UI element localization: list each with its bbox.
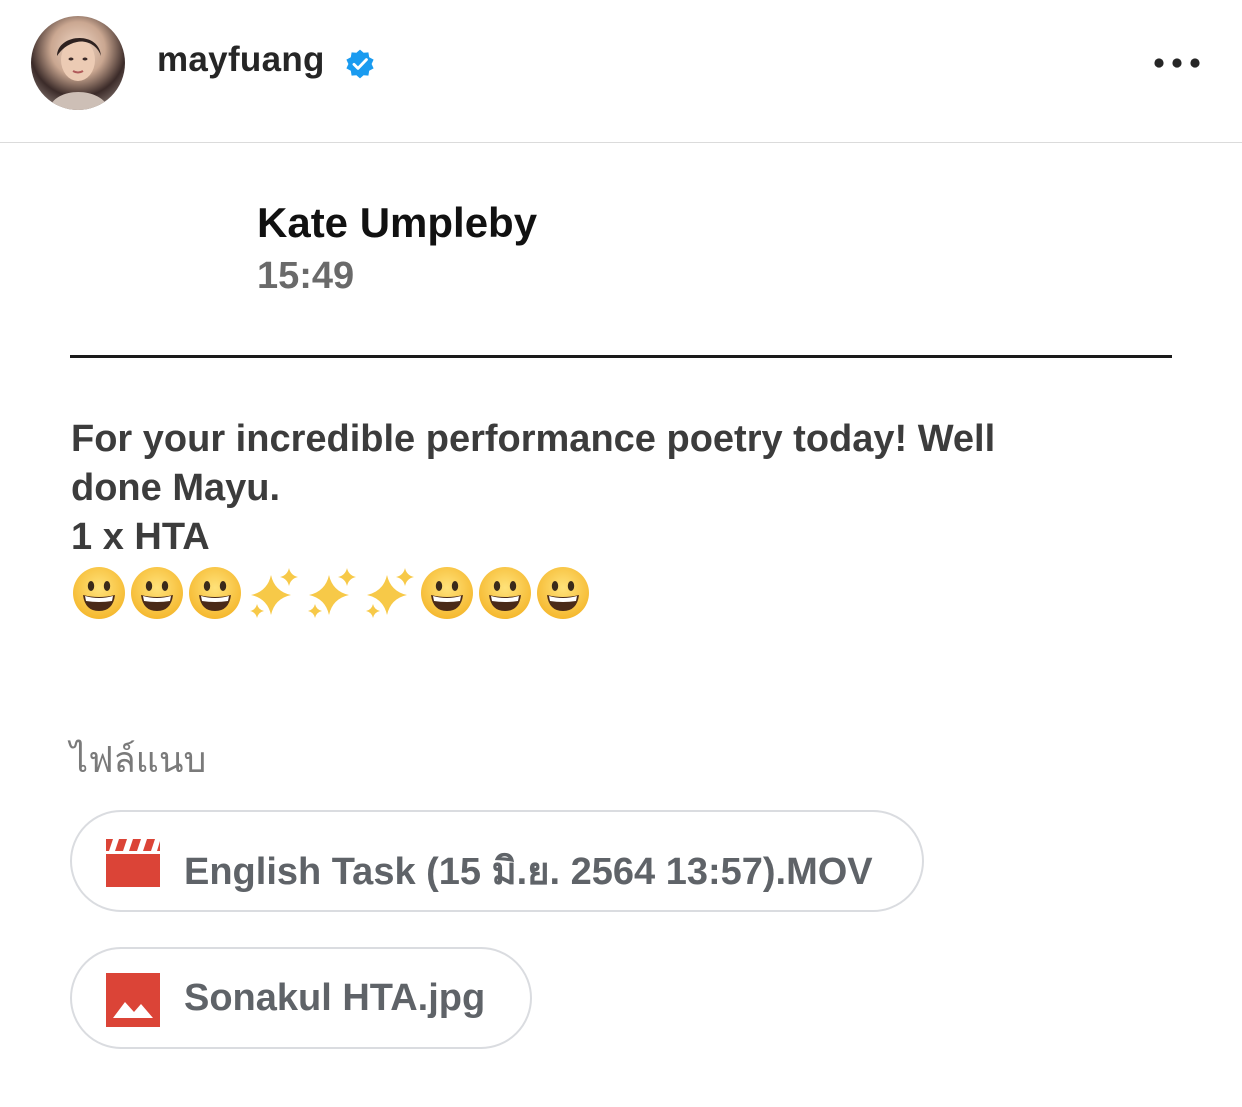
emoji-row (71, 565, 1131, 621)
grinning-face-emoji (131, 567, 183, 619)
message-body: For your incredible performance poetry t… (71, 415, 1131, 621)
sparkles-emoji (250, 568, 298, 618)
attachment-chip-image[interactable]: Sonakul HTA.jpg (70, 947, 532, 1049)
image-icon (106, 973, 160, 1027)
attachment-name: Sonakul HTA.jpg (184, 977, 486, 1019)
divider (70, 355, 1172, 358)
verified-badge-icon (346, 49, 374, 79)
attachment-chip-video[interactable]: English Task (15 มิ.ย. 2564 13:57).MOV (70, 810, 924, 912)
grinning-face-emoji (421, 567, 473, 619)
grinning-face-emoji (479, 567, 531, 619)
grinning-face-emoji (537, 567, 589, 619)
profile-avatar[interactable] (31, 16, 125, 110)
grinning-face-emoji (73, 567, 125, 619)
grinning-face-emoji (189, 567, 241, 619)
post-header: mayfuang (0, 0, 1242, 143)
video-clapperboard-icon (106, 839, 160, 887)
sparkles-emoji (308, 568, 356, 618)
message-time: 15:49 (257, 255, 355, 297)
attachments-label: ไฟล์แนบ (70, 739, 207, 780)
username[interactable]: mayfuang (157, 40, 325, 80)
sparkles-emoji (366, 568, 414, 618)
message-line: 1 x HTA (71, 516, 210, 558)
more-horizontal-icon[interactable] (1150, 44, 1204, 82)
post-image: Kate Umpleby 15:49 For your incredible p… (0, 143, 1242, 1107)
sender-name: Kate Umpleby (257, 199, 538, 246)
message-line: For your incredible performance poetry t… (71, 418, 996, 460)
message-line: done Mayu. (71, 467, 281, 509)
attachment-name: English Task (15 มิ.ย. 2564 13:57).MOV (184, 851, 873, 893)
